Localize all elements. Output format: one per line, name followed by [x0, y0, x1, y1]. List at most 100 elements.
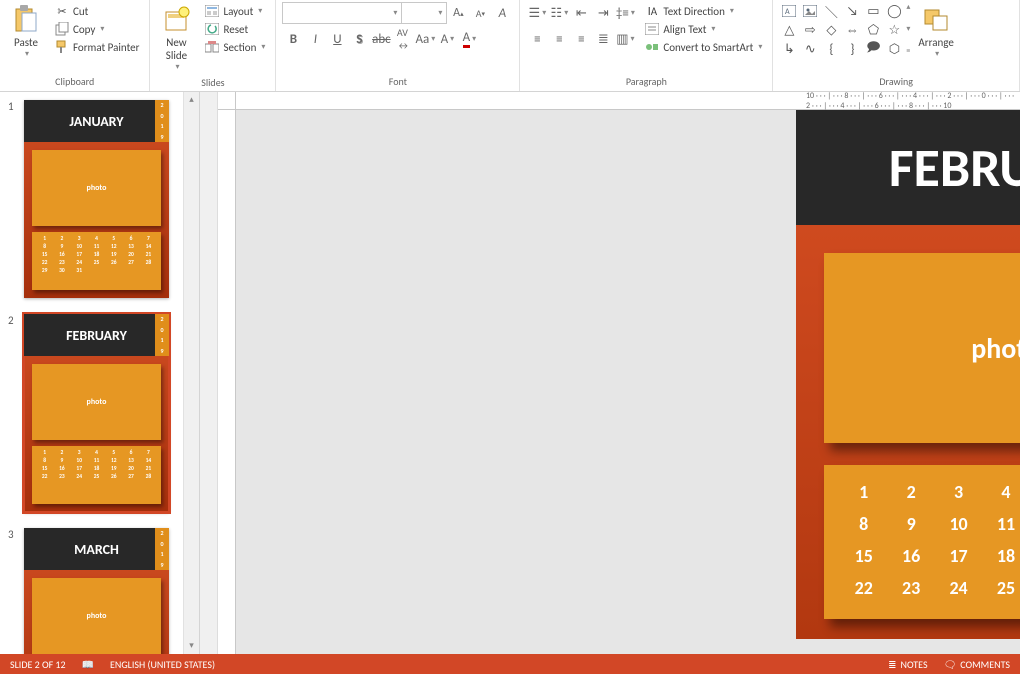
- align-right-icon: ≡: [578, 32, 584, 47]
- canvas[interactable]: FEBRUARY 2 0 1 9 photo 12345678910111213…: [236, 110, 1020, 654]
- copy-button[interactable]: Copy▾: [50, 20, 143, 38]
- line-spacing-button[interactable]: ‡≡▾: [614, 2, 636, 24]
- font-name-select[interactable]: ▾: [282, 2, 402, 24]
- shape-star-icon[interactable]: ☆: [884, 21, 904, 39]
- bullets-button[interactable]: ☰▾: [526, 2, 548, 24]
- outdent-icon: ⇤: [576, 6, 587, 21]
- status-slide-number[interactable]: SLIDE 2 OF 12: [10, 658, 66, 671]
- status-language[interactable]: ENGLISH (UNITED STATES): [110, 658, 215, 671]
- new-slide-button[interactable]: New Slide ▾: [156, 2, 196, 74]
- shape-oval-icon[interactable]: ◯: [884, 2, 904, 20]
- workspace: 1 JANUARY 2019 photo 1234567891011121314…: [0, 92, 1020, 654]
- columns-button[interactable]: ▥▾: [614, 28, 636, 50]
- shape-line-icon[interactable]: ＼: [821, 2, 841, 20]
- shape-hexagon-icon[interactable]: ⬡: [884, 40, 904, 58]
- calendar-day: 24: [935, 577, 982, 599]
- thumb-title: FEBRUARY 2019: [24, 314, 169, 356]
- shape-callout-icon[interactable]: 🗩: [863, 40, 883, 58]
- align-center-button[interactable]: ≡: [548, 28, 570, 50]
- underline-button[interactable]: U: [326, 28, 348, 50]
- gallery-more-icon[interactable]: ≡: [906, 46, 910, 56]
- thumb-preview[interactable]: FEBRUARY 2019 photo 12345678910111213141…: [24, 314, 169, 512]
- shape-brace-r-icon[interactable]: }: [842, 40, 862, 58]
- paste-button[interactable]: Paste ▾: [6, 2, 46, 61]
- cut-button[interactable]: ✂Cut: [50, 2, 143, 20]
- editor-area: 10 · · · | · · · 8 · · · | · · · 6 · · ·…: [200, 92, 1020, 654]
- group-label-clipboard: Clipboard: [6, 73, 143, 91]
- comments-button[interactable]: 🗨COMMENTS: [944, 658, 1010, 671]
- spell-check-icon[interactable]: 📖: [82, 658, 94, 671]
- scroll-down-icon[interactable]: ▾: [184, 638, 199, 654]
- thumb-scrollbar[interactable]: ▴ ▾: [183, 92, 199, 654]
- shape-pentagon-icon[interactable]: ⬠: [863, 21, 883, 39]
- align-right-button[interactable]: ≡: [570, 28, 592, 50]
- spacing-button[interactable]: AV↔: [392, 28, 414, 50]
- cut-label: Cut: [73, 5, 88, 18]
- gallery-up-icon[interactable]: ▴: [906, 2, 910, 12]
- new-slide-label: New Slide: [166, 36, 187, 62]
- shape-line-arrow-icon[interactable]: ↘: [842, 2, 862, 20]
- shape-textbox-icon[interactable]: A: [779, 2, 799, 20]
- thumb-preview[interactable]: MARCH 2019 photo: [24, 528, 169, 654]
- format-painter-button[interactable]: Format Painter: [50, 38, 143, 56]
- bold-button[interactable]: B: [282, 28, 304, 50]
- strike-button[interactable]: abc: [370, 28, 392, 50]
- status-bar: SLIDE 2 OF 12 📖 ENGLISH (UNITED STATES) …: [0, 654, 1020, 674]
- font-size-select[interactable]: ▾: [401, 2, 447, 24]
- thumb-item[interactable]: 2 FEBRUARY 2019 photo 123456789101112131…: [0, 306, 199, 520]
- calendar-box[interactable]: 1234567891011121314151617181920212223242…: [824, 465, 1020, 619]
- align-text-button[interactable]: Align Text▾: [640, 20, 766, 38]
- calendar-grid: 1234567891011121314151617181920212223242…: [840, 481, 1020, 599]
- reset-button[interactable]: Reset: [200, 20, 269, 38]
- shape-triangle-icon[interactable]: △: [779, 21, 799, 39]
- slide[interactable]: FEBRUARY 2 0 1 9 photo 12345678910111213…: [796, 110, 1020, 639]
- spacing-icon: AV↔: [397, 26, 410, 52]
- text-direction-button[interactable]: ⅠAText Direction▾: [640, 2, 766, 20]
- calendar-day: 22: [840, 577, 887, 599]
- thumb-title: JANUARY 2019: [24, 100, 169, 142]
- ruler-vertical: [218, 110, 236, 654]
- shadow-button[interactable]: S: [348, 28, 370, 50]
- layout-button[interactable]: Layout▾: [200, 2, 269, 20]
- highlight-button[interactable]: A▾: [436, 28, 458, 50]
- shape-diamond-icon[interactable]: ◇: [821, 21, 841, 39]
- thumb-preview[interactable]: JANUARY 2019 photo 123456789101112131415…: [24, 100, 169, 298]
- photo-placeholder[interactable]: photo: [824, 253, 1020, 443]
- thumb-item[interactable]: 3 MARCH 2019 photo: [0, 520, 199, 654]
- shape-brace-l-icon[interactable]: {: [821, 40, 841, 58]
- calendar-day: 15: [840, 545, 887, 567]
- arrange-button[interactable]: Arrange ▾: [914, 2, 957, 61]
- align-left-button[interactable]: ≡: [526, 28, 548, 50]
- smartart-button[interactable]: Convert to SmartArt▾: [640, 38, 766, 56]
- indent-button[interactable]: ⇥: [592, 2, 614, 24]
- notes-button[interactable]: ≣NOTES: [888, 658, 927, 671]
- calendar-day: 8: [840, 513, 887, 535]
- shape-connector-icon[interactable]: ↳: [779, 40, 799, 58]
- italic-button[interactable]: I: [304, 28, 326, 50]
- shape-picture-icon[interactable]: [800, 2, 820, 20]
- shape-arrow-lr-icon[interactable]: ⇔: [842, 21, 862, 39]
- shape-curve-icon[interactable]: ∿: [800, 40, 820, 58]
- justify-button[interactable]: ≣: [592, 28, 614, 50]
- grow-font-button[interactable]: A▴: [447, 2, 469, 24]
- align-left-icon: ≡: [534, 32, 540, 47]
- case-button[interactable]: Aa▾: [414, 28, 436, 50]
- shape-arrow-right-icon[interactable]: ⇨: [800, 21, 820, 39]
- thumb-item[interactable]: 1 JANUARY 2019 photo 1234567891011121314…: [0, 92, 199, 306]
- shrink-font-button[interactable]: A▾: [469, 2, 491, 24]
- slide-title[interactable]: FEBRUARY 2 0 1 9: [796, 110, 1020, 225]
- scroll-up-icon[interactable]: ▴: [184, 92, 199, 108]
- clear-formatting-button[interactable]: A: [491, 2, 513, 24]
- gallery-down-icon[interactable]: ▾: [906, 24, 910, 34]
- shape-rect-icon[interactable]: ▭: [863, 2, 883, 20]
- section-icon: [204, 39, 220, 55]
- outdent-button[interactable]: ⇤: [570, 2, 592, 24]
- calendar-day: 23: [887, 577, 934, 599]
- align-text-icon: [644, 21, 660, 37]
- thumb-title: MARCH 2019: [24, 528, 169, 570]
- numbering-button[interactable]: ☷▾: [548, 2, 570, 24]
- font-color-button[interactable]: A▾: [458, 28, 480, 50]
- shapes-gallery[interactable]: A ＼ ↘ ▭ ◯ △ ⇨ ◇ ⇔ ⬠ ☆ ↳ ∿ { } 🗩: [779, 2, 904, 58]
- section-button[interactable]: Section▾: [200, 38, 269, 56]
- calendar-day: 3: [935, 481, 982, 503]
